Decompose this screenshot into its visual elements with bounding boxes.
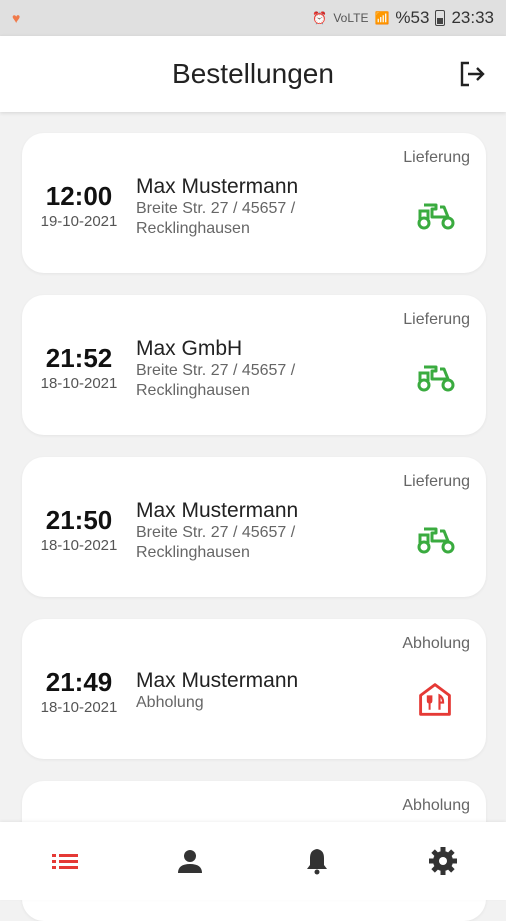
app-bar: Bestellungen	[0, 36, 506, 112]
gear-icon[interactable]	[428, 846, 458, 876]
order-time: 21:49	[45, 667, 113, 697]
address-line-2: Recklinghausen	[136, 544, 250, 561]
order-card[interactable]: 21:50 18-10-2021 Max Mustermann Breite S…	[22, 457, 486, 597]
bottom-navigation	[0, 822, 506, 900]
battery-icon	[435, 10, 446, 26]
customer-name: Max GmbH	[136, 337, 243, 360]
order-time: 21:52	[45, 343, 113, 373]
scooter-icon	[417, 527, 455, 554]
order-time: 21:50	[45, 505, 113, 535]
order-card[interactable]: 12:00 19-10-2021 Max Mustermann Breite S…	[22, 133, 486, 273]
status-icons: ⏰ VoLTE 📶 %53 23:33	[312, 8, 494, 28]
wifi-icon: 📶	[374, 11, 390, 25]
order-type: Lieferung	[403, 149, 470, 166]
notification-app-icon: ♥	[12, 10, 21, 26]
list-icon[interactable]	[50, 846, 80, 876]
order-type: Lieferung	[403, 311, 470, 328]
address-line-1: Breite Str. 27 / 45657 /	[136, 200, 296, 217]
order-date: 18-10-2021	[40, 375, 118, 392]
scooter-icon	[417, 365, 455, 392]
address-line-1: Abholung	[136, 694, 204, 711]
customer-name: Max Mustermann	[136, 669, 299, 692]
order-card[interactable]: 21:49 18-10-2021 Max Mustermann Abholung…	[22, 619, 486, 759]
customer-name: Max Mustermann	[136, 175, 299, 198]
volte-icon: VoLTE	[333, 11, 369, 25]
order-date: 19-10-2021	[40, 213, 118, 230]
bell-icon[interactable]	[302, 846, 332, 876]
battery-percent: %53	[395, 8, 430, 27]
status-bar: ♥ ⏰ VoLTE 📶 %53 23:33	[0, 0, 506, 36]
order-date: 18-10-2021	[40, 537, 118, 554]
restaurant-icon	[419, 683, 451, 716]
page-title: Bestellungen	[172, 58, 334, 89]
customer-name: Max Mustermann	[136, 499, 299, 522]
address-line-1: Breite Str. 27 / 45657 /	[136, 362, 296, 379]
alarm-icon: ⏰	[312, 11, 328, 25]
order-card[interactable]: 21:52 18-10-2021 Max GmbH Breite Str. 27…	[22, 295, 486, 435]
address-line-2: Recklinghausen	[136, 220, 250, 237]
address-line-1: Breite Str. 27 / 45657 /	[136, 524, 296, 541]
order-type: Lieferung	[403, 473, 470, 490]
clock: 23:33	[451, 8, 494, 27]
person-icon[interactable]	[175, 846, 205, 876]
order-date: 18-10-2021	[40, 699, 118, 716]
order-time: 12:00	[45, 181, 113, 211]
order-type: Abholung	[402, 797, 470, 814]
logout-icon[interactable]	[456, 58, 488, 90]
order-type: Abholung	[402, 635, 470, 652]
scooter-icon	[417, 203, 455, 230]
address-line-2: Recklinghausen	[136, 382, 250, 399]
